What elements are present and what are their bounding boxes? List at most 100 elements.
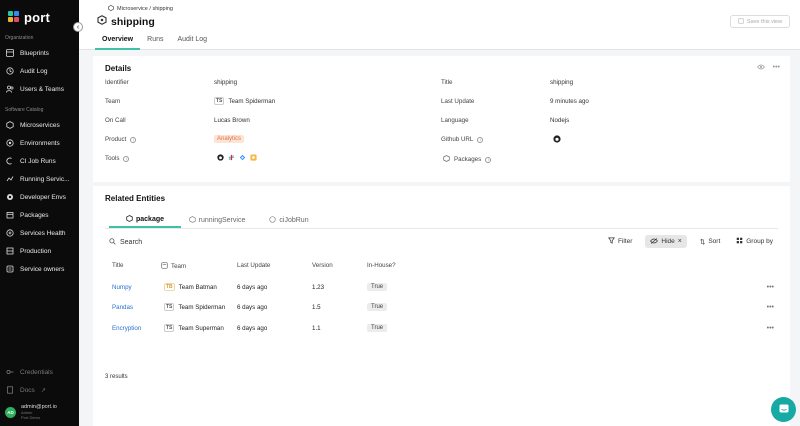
microservice-icon <box>6 121 14 129</box>
port-logo-icon <box>8 10 20 25</box>
tab-audit-log[interactable]: Audit Log <box>170 36 214 50</box>
info-icon[interactable]: i <box>130 136 137 143</box>
row-last-update: 6 days ago <box>237 283 268 291</box>
github-url-value[interactable] <box>553 135 561 145</box>
column-header-in-house[interactable]: In-House? <box>367 262 396 269</box>
sidebar-item-credentials[interactable]: Credentials <box>6 365 76 379</box>
team-column-icon <box>161 262 168 271</box>
filter-button[interactable]: Filter <box>605 235 635 248</box>
table-row[interactable]: Pandas TS Team Spiderman 6 days ago 1.5 … <box>93 297 790 317</box>
row-title-link[interactable]: Pandas <box>112 297 133 317</box>
divider <box>105 228 778 229</box>
sidebar-item-label: Docs <box>20 386 35 394</box>
product-value: Analytics <box>214 135 245 143</box>
column-header-last-update[interactable]: Last Update <box>237 262 270 269</box>
sort-button[interactable]: ⇅ Sort <box>697 235 723 248</box>
info-icon[interactable]: i <box>485 156 492 163</box>
tab-overview[interactable]: Overview <box>95 36 141 50</box>
title-label: Title <box>441 79 453 86</box>
sidebar-item-environments[interactable]: Environments <box>6 136 76 150</box>
sidebar-item-label: Packages <box>20 211 49 219</box>
sort-label: Sort <box>708 238 721 245</box>
github-icon <box>553 135 561 145</box>
info-icon[interactable]: i <box>123 155 130 162</box>
sidebar-item-microservices[interactable]: Microservices <box>6 118 76 132</box>
github-icon[interactable] <box>217 154 224 163</box>
more-options-icon[interactable]: ••• <box>767 277 774 297</box>
tab-ci-job-run[interactable]: ciJobRun <box>253 212 325 228</box>
sidebar-item-users-teams[interactable]: Users & Teams <box>6 82 76 96</box>
chat-button[interactable] <box>771 397 796 422</box>
row-title-link[interactable]: Encryption <box>112 318 141 338</box>
main-content: Microservice / shipping shipping Save th… <box>79 0 800 426</box>
chat-icon <box>778 403 790 417</box>
product-tag[interactable]: Analytics <box>214 135 245 143</box>
page-title: shipping <box>97 15 155 28</box>
sidebar-item-services-health[interactable]: Services Health <box>6 226 76 240</box>
search-input[interactable]: Search <box>109 238 142 247</box>
group-by-button[interactable]: Group by <box>733 235 776 248</box>
ci-icon <box>269 215 277 225</box>
package-icon <box>126 214 133 224</box>
language-label: Language <box>441 117 469 124</box>
sidebar-item-label: Developer Envs <box>20 193 66 201</box>
more-options-icon[interactable]: ••• <box>767 297 774 317</box>
row-team: TS Team Superman <box>164 318 224 338</box>
sidebar-item-developer-envs[interactable]: Developer Envs <box>6 190 76 204</box>
more-options-icon[interactable]: ••• <box>767 318 774 338</box>
team-initials: TB <box>164 283 175 291</box>
tab-runs[interactable]: Runs <box>140 36 170 50</box>
eye-icon[interactable] <box>756 64 765 72</box>
hide-button[interactable]: Hide × <box>645 235 687 248</box>
tab-running-service[interactable]: runningService <box>181 212 253 228</box>
breadcrumb[interactable]: Microservice / shipping <box>108 5 173 13</box>
team-value[interactable]: TS Team Spiderman <box>214 97 275 105</box>
sidebar-item-label: Blueprints <box>20 49 49 57</box>
ci-icon <box>6 157 14 165</box>
sidebar-item-label: Microservices <box>20 121 60 129</box>
page-tabs: Overview Runs Audit Log <box>95 36 214 50</box>
sidebar-item-label: CI Job Runs <box>20 157 56 165</box>
user-profile[interactable]: AD admin@port.io Admin Port Demo <box>5 404 57 420</box>
oncall-value: Lucas Brown <box>214 117 250 124</box>
sidebar-item-service-owners[interactable]: Service owners <box>6 262 76 276</box>
row-team: TS Team Spiderman <box>164 297 225 317</box>
dev-env-icon <box>6 193 14 201</box>
close-icon[interactable]: × <box>678 238 682 245</box>
key-icon <box>6 368 14 376</box>
column-header-team[interactable]: Team <box>161 262 186 271</box>
row-last-update: 6 days ago <box>237 303 268 311</box>
sidebar-collapse-button[interactable]: ‹ <box>73 22 83 32</box>
table-row[interactable]: Encryption TS Team Superman 6 days ago 1… <box>93 318 790 338</box>
sidebar: port Organization Blueprints Audit Log U… <box>0 0 79 426</box>
sidebar-item-audit-log[interactable]: Audit Log <box>6 64 76 78</box>
save-view-button[interactable]: Save this view <box>730 15 790 28</box>
avatar: AD <box>5 406 16 418</box>
slack-icon[interactable] <box>228 154 235 163</box>
table-row[interactable]: Numpy TB Team Batman 6 days ago 1.23 Tru… <box>93 277 790 297</box>
tab-package[interactable]: package <box>109 212 181 228</box>
port-logo[interactable]: port <box>8 10 50 25</box>
history-icon <box>6 67 14 75</box>
row-title-link[interactable]: Numpy <box>112 277 132 297</box>
team-label: Team <box>105 98 121 105</box>
sidebar-item-docs[interactable]: Docs ↗ <box>6 383 76 397</box>
breadcrumb-text: Microservice / shipping <box>117 6 173 12</box>
team-initials: TS <box>164 303 175 311</box>
jira-icon[interactable] <box>239 154 246 163</box>
column-header-title[interactable]: Title <box>112 262 123 269</box>
sidebar-item-ci-job-runs[interactable]: CI Job Runs <box>6 154 76 168</box>
more-options-icon[interactable]: ••• <box>773 64 780 72</box>
last-update-value: 9 minutes ago <box>550 98 589 105</box>
microservice-icon <box>97 15 107 28</box>
sidebar-item-production[interactable]: Production <box>6 244 76 258</box>
packages-label: Packages i <box>443 155 492 164</box>
sidebar-item-packages[interactable]: Packages <box>6 208 76 222</box>
info-icon[interactable]: i <box>477 136 484 143</box>
grafana-icon[interactable] <box>250 154 257 163</box>
oncall-label: On Call <box>105 117 126 124</box>
sidebar-item-running-services[interactable]: Running Servic... <box>6 172 76 186</box>
package-icon <box>6 211 14 219</box>
column-header-version[interactable]: Version <box>312 262 333 269</box>
sidebar-item-blueprints[interactable]: Blueprints <box>6 46 76 60</box>
